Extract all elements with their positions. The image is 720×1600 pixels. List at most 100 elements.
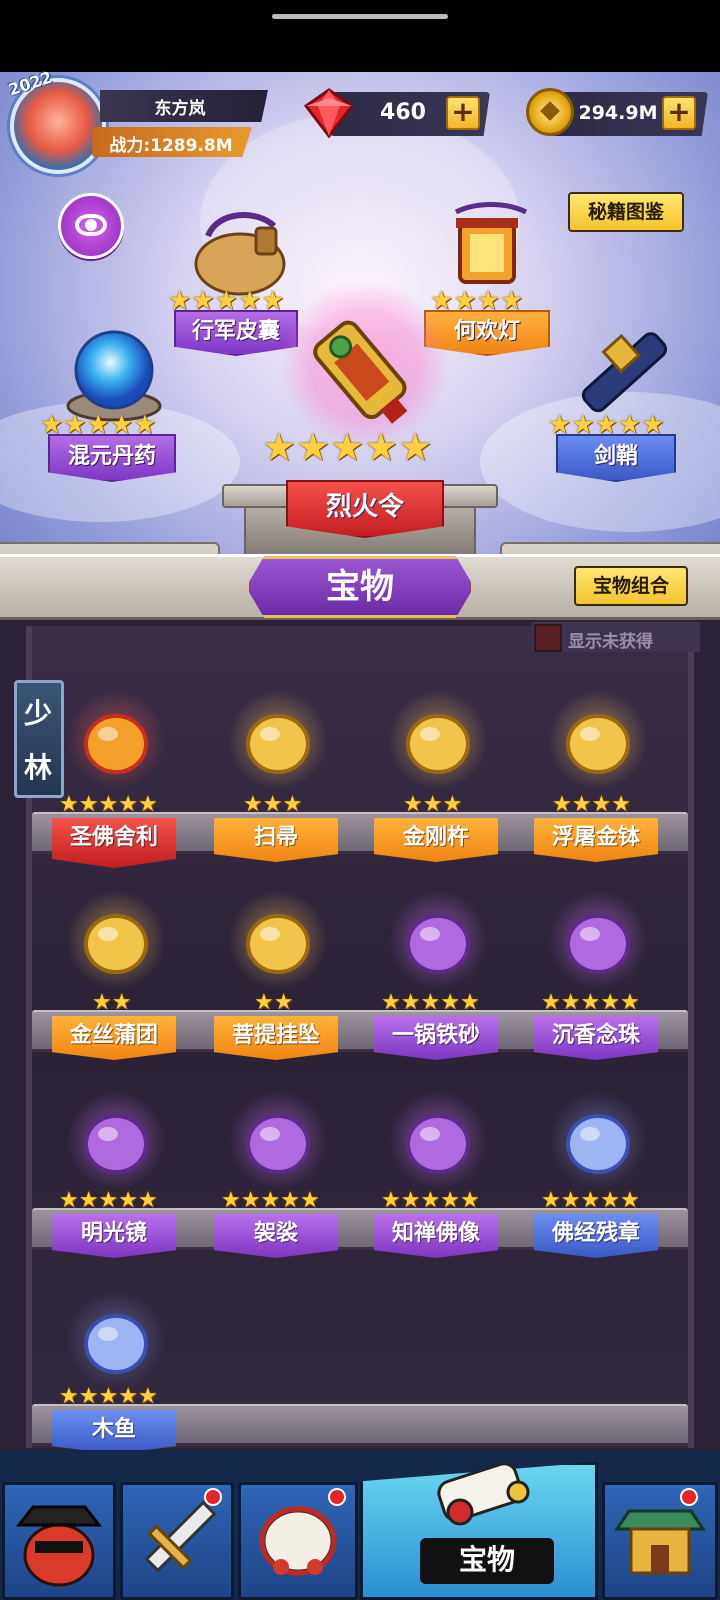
star-icon: ★ [240, 1188, 261, 1213]
treasure-icon [566, 1114, 630, 1174]
star-icon: ★ [420, 990, 441, 1015]
tab-treasure[interactable]: 宝物 [246, 556, 474, 618]
treasure-stars: ★ ★ [92, 992, 131, 1014]
star-icon: ★ [560, 990, 581, 1015]
star-icon: ★ [398, 425, 433, 469]
treasure-stars: ★ ★ ★ ★ ★ [541, 1190, 640, 1212]
star-icon: ★ [260, 1188, 281, 1213]
star-icon: ★ [400, 990, 421, 1015]
star-icon: ★ [611, 792, 631, 817]
star-icon: ★ [541, 990, 561, 1015]
star-icon: ★ [254, 990, 274, 1015]
treasure-icon [84, 714, 148, 774]
star-icon: ★ [541, 1188, 561, 1213]
showcase-item-3-label[interactable]: 混元丹药 [48, 434, 176, 482]
star-icon: ★ [440, 1188, 460, 1213]
star-icon: ★ [420, 1188, 441, 1213]
treasure-stars: ★ ★ ★ ★ ★ [221, 1190, 320, 1212]
treasure-stars: ★ ★ ★ ★ ★ [59, 794, 158, 816]
ninja-hero-icon [15, 1505, 103, 1587]
treasure-icon [566, 914, 630, 974]
star-icon: ★ [118, 792, 138, 817]
ruby-gem-icon [303, 88, 355, 139]
star-icon: ★ [98, 792, 119, 817]
treasure-icon [406, 914, 470, 974]
star-icon: ★ [296, 425, 331, 469]
featured-item-label[interactable]: 烈火令 [286, 480, 444, 538]
nav-hero[interactable] [2, 1482, 116, 1600]
star-icon: ★ [59, 1188, 79, 1213]
star-icon: ★ [330, 425, 365, 469]
treasure-name-label: 袈裟 [214, 1214, 338, 1258]
showcase-item-4-label[interactable]: 剑鞘 [556, 434, 676, 482]
treasure-name-label: 扫帚 [214, 818, 338, 862]
treasure-stars: ★ ★ [254, 992, 293, 1014]
treasure-name-label: 金刚杵 [374, 818, 498, 862]
star-icon: ★ [111, 990, 132, 1015]
sect-tag-char-1: 少 [24, 697, 53, 730]
treasure-icon [246, 914, 310, 974]
star-icon: ★ [580, 1188, 601, 1213]
codex-button[interactable]: 秘籍图鉴 [568, 192, 684, 232]
player-name: 东方岚 [154, 99, 206, 119]
treasure-stars: ★ ★ ★ ★ ★ [59, 1386, 158, 1408]
star-icon: ★ [221, 1188, 241, 1213]
star-icon: ★ [552, 792, 572, 817]
star-icon: ★ [403, 792, 423, 817]
star-icon: ★ [619, 1188, 640, 1213]
treasure-stars: ★ ★ ★ ★ ★ [381, 1190, 480, 1212]
star-icon: ★ [273, 990, 294, 1015]
star-icon: ★ [600, 1188, 620, 1213]
treasure-icon [566, 714, 630, 774]
fire-token-icon [313, 320, 408, 424]
star-icon: ★ [571, 792, 592, 817]
star-icon: ★ [400, 1188, 421, 1213]
gem-count: 460 [380, 100, 426, 125]
treasure-combo-button[interactable]: 宝物组合 [574, 566, 688, 606]
star-icon: ★ [137, 792, 158, 817]
star-icon: ★ [262, 425, 297, 469]
nav-sect-badge [680, 1488, 698, 1506]
treasure-stars: ★ ★ ★ [243, 794, 302, 816]
nav-treasure-label: 宝物 [420, 1538, 554, 1584]
star-icon: ★ [580, 990, 601, 1015]
nav-sect[interactable] [602, 1482, 718, 1600]
show-unowned-label: 显示未获得 [568, 632, 653, 652]
coin-count: 294.9M [578, 102, 658, 124]
add-coins-button[interactable]: + [662, 96, 696, 130]
waterskin-icon [194, 212, 286, 296]
treasure-scroll-icon [437, 1462, 530, 1526]
star-icon: ★ [619, 990, 640, 1015]
star-icon: ★ [364, 425, 399, 469]
star-icon: ★ [459, 1188, 480, 1213]
star-icon: ★ [78, 792, 99, 817]
star-icon: ★ [92, 990, 112, 1015]
star-icon: ★ [560, 1188, 581, 1213]
treasure-name-label: 圣佛舍利 [52, 818, 176, 868]
showcase-item-1-label[interactable]: 行军皮囊 [174, 310, 298, 356]
featured-stars: ★ ★ ★ ★ ★ [262, 428, 432, 466]
star-icon: ★ [280, 1188, 300, 1213]
star-icon: ★ [137, 1188, 158, 1213]
star-icon: ★ [442, 792, 463, 817]
treasure-icon [406, 1114, 470, 1174]
treasure-icon [84, 914, 148, 974]
treasure-name-label: 金丝蒲团 [52, 1016, 176, 1060]
star-icon: ★ [422, 792, 443, 817]
star-icon: ★ [440, 990, 460, 1015]
star-icon: ★ [98, 1384, 119, 1409]
treasure-stars: ★ ★ ★ ★ ★ [59, 1190, 158, 1212]
add-gems-button[interactable]: + [446, 96, 480, 130]
treasure-name-label: 知禅佛像 [374, 1214, 498, 1258]
treasure-icon [246, 1114, 310, 1174]
treasure-icon [406, 714, 470, 774]
sect-tag-char-2: 林 [24, 751, 53, 784]
treasure-name-label: 佛经残章 [534, 1214, 658, 1258]
show-unowned-checkbox[interactable] [534, 624, 562, 652]
lantern-icon [454, 202, 528, 284]
treasure-stars: ★ ★ ★ ★ ★ [541, 992, 640, 1014]
star-icon: ★ [591, 792, 612, 817]
treasure-icon [246, 714, 310, 774]
treasure-stars: ★ ★ ★ ★ ★ [381, 992, 480, 1014]
treasure-name-label: 沉香念珠 [534, 1016, 658, 1060]
